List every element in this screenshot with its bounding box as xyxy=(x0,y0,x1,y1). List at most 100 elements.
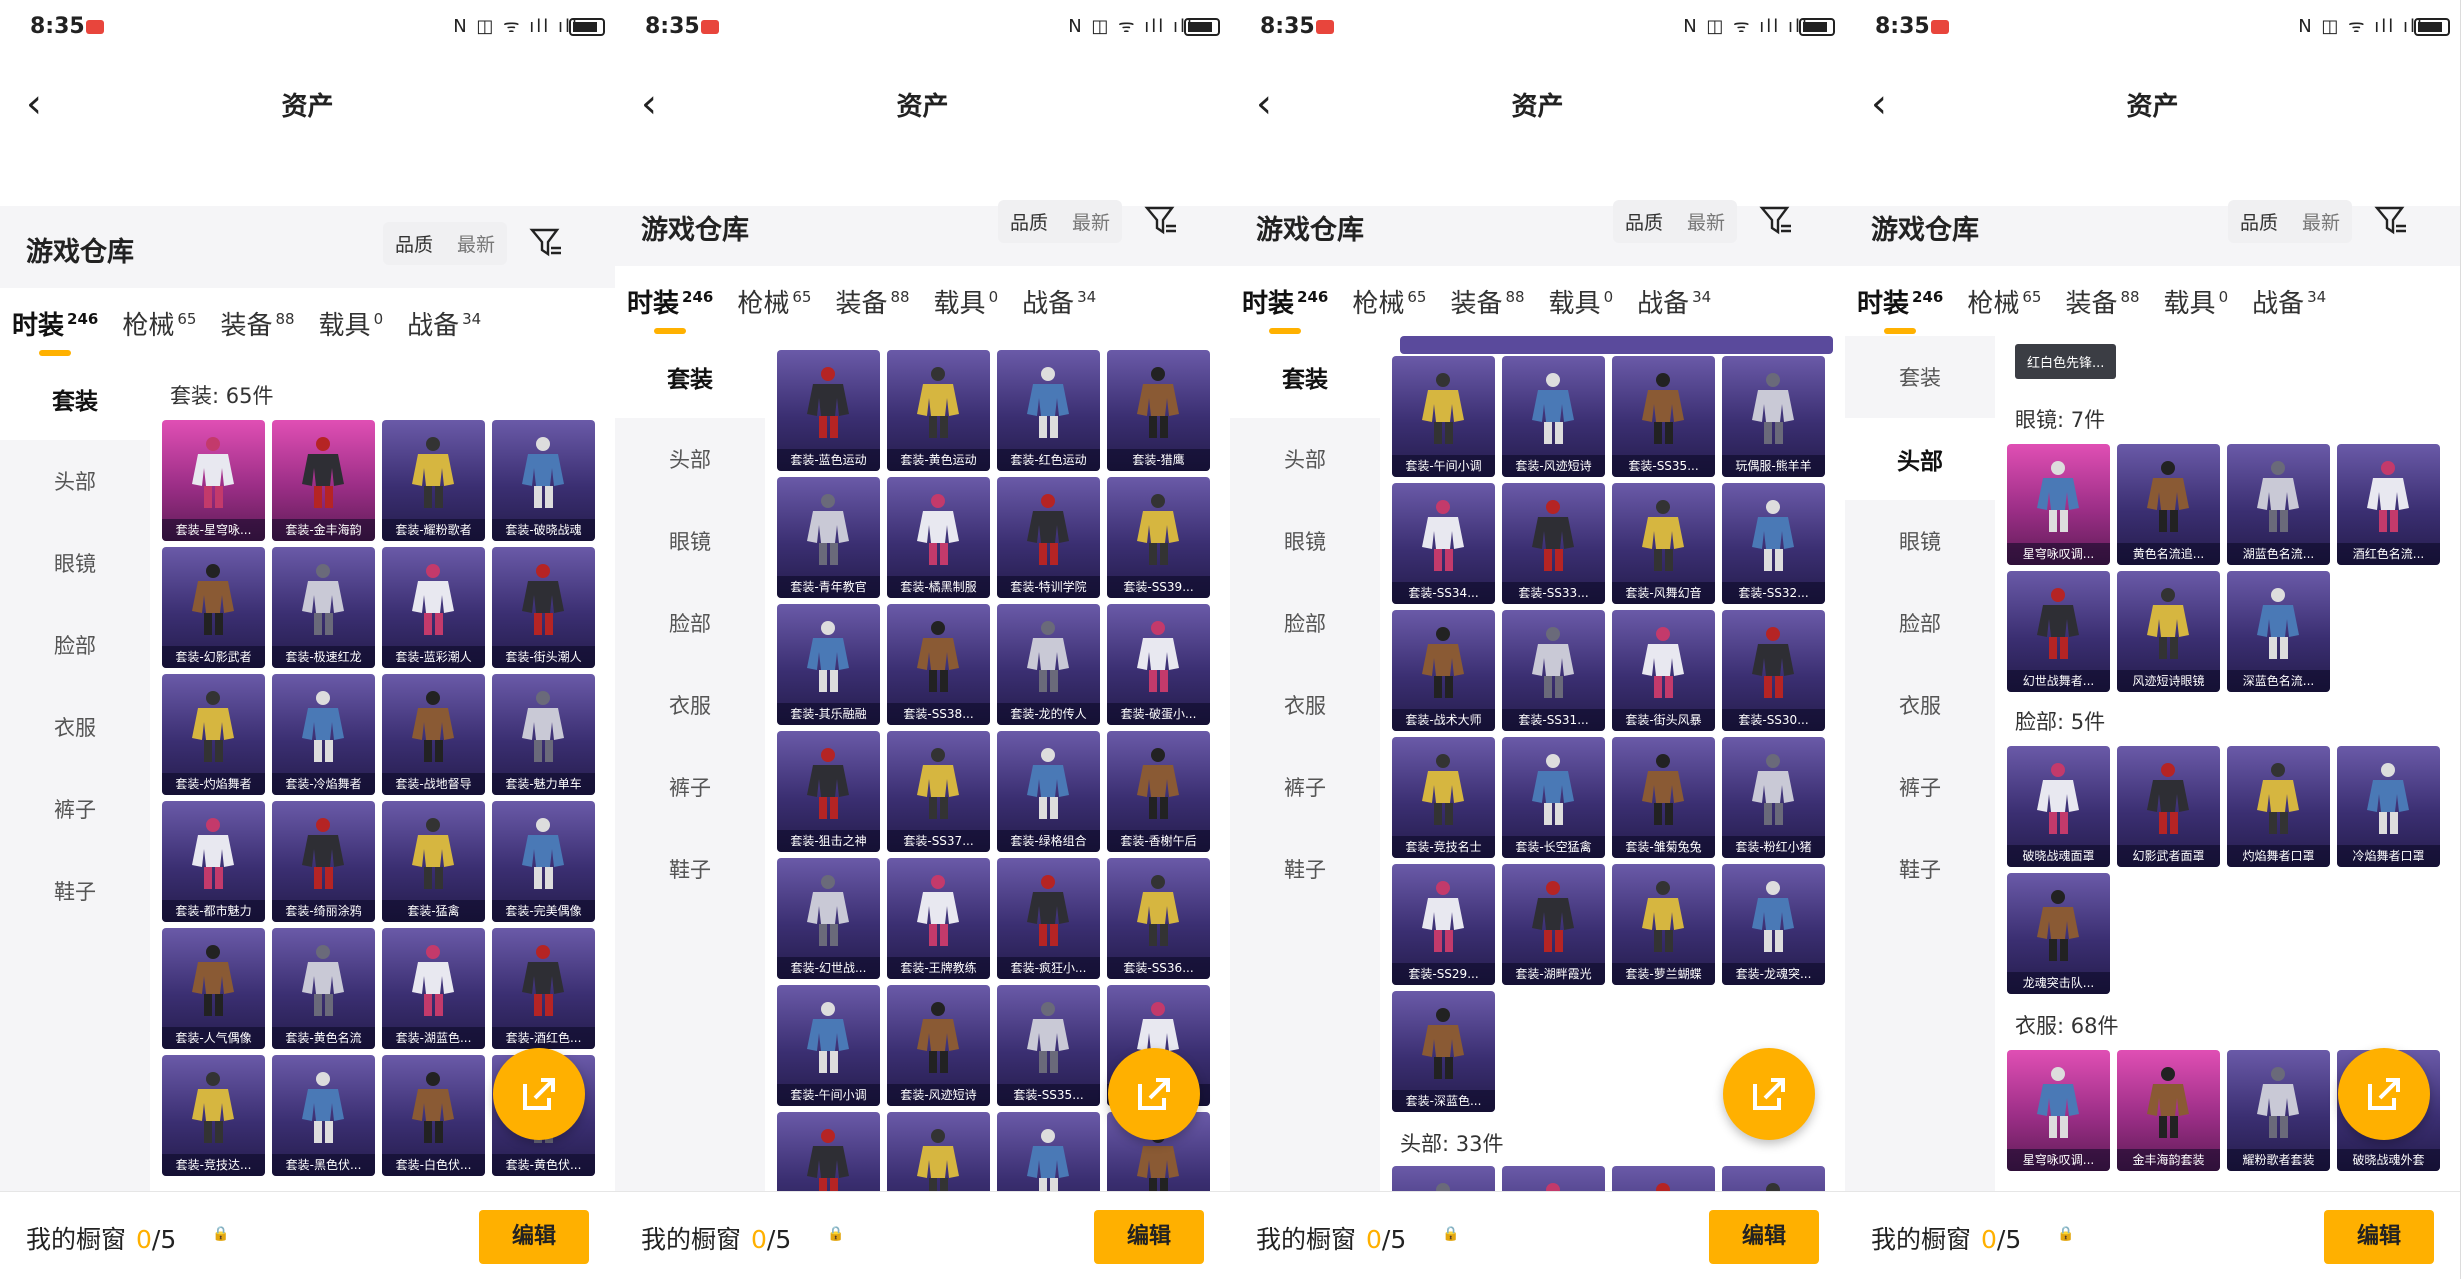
item-card[interactable]: 套装-猛禽 xyxy=(382,801,485,922)
item-card[interactable]: 套装-白色伏... xyxy=(382,1055,485,1176)
tab-supplies[interactable]: 战备 34 xyxy=(2240,283,2338,320)
sidebar-item-3[interactable]: 脸部 xyxy=(0,604,150,686)
item-card[interactable]: 套装-王牌教练 xyxy=(887,858,990,979)
item-card[interactable]: 套装-特训学院 xyxy=(997,477,1100,598)
item-card[interactable]: 套装-冷焰舞者 xyxy=(272,674,375,795)
tab-weapons[interactable]: 枪械 65 xyxy=(1955,283,2053,320)
item-card[interactable]: 套装-竞技名士 xyxy=(1392,737,1495,858)
sidebar-item-2[interactable]: 眼镜 xyxy=(1845,500,1995,582)
edit-button[interactable]: 编辑 xyxy=(2324,1210,2434,1264)
filter-icon[interactable] xyxy=(1759,204,1793,238)
sidebar-item-1[interactable]: 头部 xyxy=(615,418,765,500)
item-card[interactable]: 套装-SS30... xyxy=(1722,610,1825,731)
item-card[interactable]: 套装-金丰海韵 xyxy=(272,420,375,541)
sort-quality-button[interactable]: 品质 xyxy=(383,222,445,265)
sort-toggle[interactable]: 品质 最新 xyxy=(382,222,507,265)
sidebar-item-4[interactable]: 衣服 xyxy=(1845,664,1995,746)
item-card[interactable]: 套装-SS38... xyxy=(887,604,990,725)
item-card[interactable]: 耀粉歌者套装 xyxy=(2227,1050,2330,1171)
item-card[interactable] xyxy=(1722,1166,1825,1191)
item-card[interactable]: 套装-星穹咏... xyxy=(162,420,265,541)
item-card[interactable]: 套装-深蓝色... xyxy=(1392,991,1495,1112)
item-card[interactable]: 套装-完美偶像 xyxy=(492,801,595,922)
item-card[interactable]: 套装-破晓战魂 xyxy=(492,420,595,541)
item-card[interactable]: 套装-粉红小猪 xyxy=(1722,737,1825,858)
sidebar-item-4[interactable]: 衣服 xyxy=(1230,664,1380,746)
sidebar-item-2[interactable]: 眼镜 xyxy=(1230,500,1380,582)
item-card[interactable]: 套装-蓝色运动 xyxy=(777,350,880,471)
item-card[interactable]: 套装-橘黑制服 xyxy=(887,477,990,598)
item-card[interactable]: 冷焰舞者口罩 xyxy=(2337,746,2440,867)
share-button[interactable] xyxy=(1723,1048,1815,1140)
tab-equipment[interactable]: 装备 88 xyxy=(823,283,921,320)
item-card[interactable]: 套装-龙的传人 xyxy=(997,604,1100,725)
item-card[interactable]: 套装-幻影武者 xyxy=(162,547,265,668)
item-card[interactable]: 灼焰舞者口罩 xyxy=(2227,746,2330,867)
item-card[interactable]: 套装-酒红色... xyxy=(492,928,595,1049)
item-card[interactable]: 金丰海韵套装 xyxy=(2117,1050,2220,1171)
item-card[interactable]: 星穹咏叹调... xyxy=(2007,444,2110,565)
item-card[interactable]: 深蓝色名流... xyxy=(2227,571,2330,692)
item-card[interactable]: 套装-风舞幻音 xyxy=(1612,483,1715,604)
edit-button[interactable]: 编辑 xyxy=(1709,1210,1819,1264)
sidebar-item-5[interactable]: 裤子 xyxy=(0,768,150,850)
item-card[interactable]: 套装-SS37... xyxy=(887,731,990,852)
tab-equipment[interactable]: 装备 88 xyxy=(208,305,306,342)
tab-vehicles[interactable]: 载具 0 xyxy=(2152,283,2241,320)
edit-button[interactable]: 编辑 xyxy=(1094,1210,1204,1264)
item-card[interactable]: 套装-SS29... xyxy=(1392,864,1495,985)
sort-quality-button[interactable]: 品质 xyxy=(2228,200,2290,243)
item-card[interactable]: 套装-SS35... xyxy=(1612,356,1715,477)
sidebar-item-0[interactable]: 套装 xyxy=(615,336,765,418)
item-card[interactable]: 龙魂突击队... xyxy=(2007,873,2110,994)
item-card[interactable]: 幻影武者面罩 xyxy=(2117,746,2220,867)
item-card[interactable]: 套装-耀粉歌者 xyxy=(382,420,485,541)
sort-toggle[interactable]: 品质 最新 xyxy=(997,200,1122,243)
item-card[interactable]: 套装-雏菊兔兔 xyxy=(1612,737,1715,858)
item-card[interactable]: 套装-人气偶像 xyxy=(162,928,265,1049)
sort-latest-button[interactable]: 最新 xyxy=(2290,200,2352,243)
sort-quality-button[interactable]: 品质 xyxy=(1613,200,1675,243)
item-card[interactable]: 套装-绿格组合 xyxy=(997,731,1100,852)
filter-icon[interactable] xyxy=(2374,204,2408,238)
item-card[interactable]: 套装-猎鹰 xyxy=(1107,350,1210,471)
item-card[interactable]: 套装-风迹短诗 xyxy=(1502,356,1605,477)
sidebar-item-2[interactable]: 眼镜 xyxy=(0,522,150,604)
sidebar-item-5[interactable]: 裤子 xyxy=(1845,746,1995,828)
sidebar-item-5[interactable]: 裤子 xyxy=(615,746,765,828)
item-card[interactable]: 套装-灼焰舞者 xyxy=(162,674,265,795)
item-card[interactable]: 套装-萝兰蝴蝶 xyxy=(1612,864,1715,985)
item-card[interactable]: 套装-SS36... xyxy=(1107,858,1210,979)
item-card[interactable]: 套装-湖蓝色... xyxy=(382,928,485,1049)
item-card[interactable]: 套装-红色运动 xyxy=(997,350,1100,471)
item-card[interactable]: 酒红色名流... xyxy=(2337,444,2440,565)
tab-supplies[interactable]: 战备 34 xyxy=(1010,283,1108,320)
sort-latest-button[interactable]: 最新 xyxy=(1060,200,1122,243)
sidebar-item-1[interactable]: 头部 xyxy=(1230,418,1380,500)
item-card[interactable]: 黄色名流追... xyxy=(2117,444,2220,565)
item-card[interactable]: 套装-龙魂突... xyxy=(1722,864,1825,985)
sidebar-item-3[interactable]: 脸部 xyxy=(1845,582,1995,664)
tab-fashion[interactable]: 时装 246 xyxy=(1230,283,1340,334)
tab-supplies[interactable]: 战备 34 xyxy=(1625,283,1723,320)
share-button[interactable] xyxy=(1108,1048,1200,1140)
sidebar-item-3[interactable]: 脸部 xyxy=(615,582,765,664)
item-card[interactable]: 套装-SS34... xyxy=(777,1112,880,1191)
item-card[interactable]: 套装-都市魅力 xyxy=(162,801,265,922)
item-card[interactable]: 星穹咏叹调... xyxy=(2007,1050,2110,1171)
edit-button[interactable]: 编辑 xyxy=(479,1210,589,1264)
item-card[interactable]: 套装-极速红龙 xyxy=(272,547,375,668)
sidebar-item-1[interactable]: 头部 xyxy=(0,440,150,522)
item-card[interactable]: 套装-黄色名流 xyxy=(272,928,375,1049)
item-card[interactable]: 套装-绮丽涂鸦 xyxy=(272,801,375,922)
item-card[interactable]: 套装-黄色运动 xyxy=(887,350,990,471)
tab-fashion[interactable]: 时装 246 xyxy=(615,283,725,334)
filter-icon[interactable] xyxy=(1144,204,1178,238)
sidebar-item-4[interactable]: 衣服 xyxy=(0,686,150,768)
item-card[interactable]: 套装-风迹短诗 xyxy=(887,985,990,1106)
item-card[interactable] xyxy=(1612,1166,1715,1191)
tab-fashion[interactable]: 时装 246 xyxy=(0,305,110,356)
tab-vehicles[interactable]: 载具 0 xyxy=(307,305,396,342)
item-card[interactable] xyxy=(1502,1166,1605,1191)
item-card[interactable]: 套装-魅力单车 xyxy=(492,674,595,795)
